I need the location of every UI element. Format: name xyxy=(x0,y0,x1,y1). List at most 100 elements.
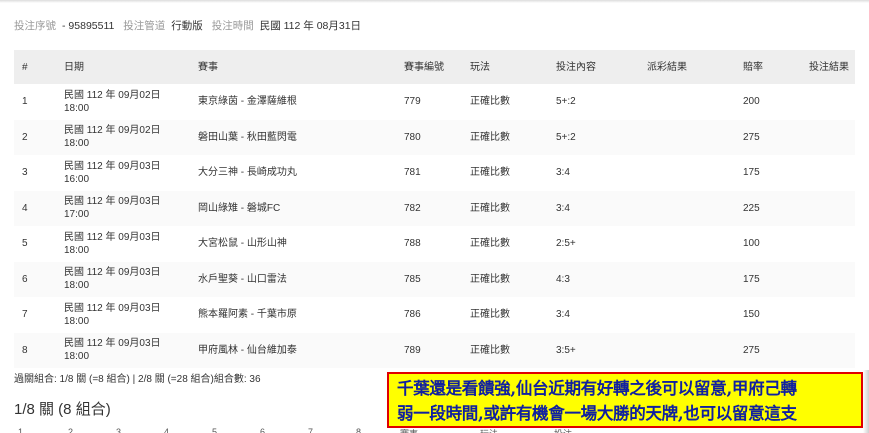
row-no: 7 xyxy=(22,309,28,321)
row-odds: 200 xyxy=(743,96,760,108)
row-payout xyxy=(643,119,739,155)
row-payout xyxy=(643,297,739,333)
row-bet: 3:4 xyxy=(552,190,643,226)
serial-label: 投注序號 xyxy=(14,20,56,32)
row-match: 磐田山葉 - 秋田藍閃電 xyxy=(194,119,400,155)
row-date-time: 18:00 xyxy=(64,315,90,327)
row-date-time: 16:00 xyxy=(64,173,90,185)
bet-info-line: 投注序號 - 95895511 投注管道 行動版 投注時間 民國 112 年 08月3… xyxy=(14,20,362,32)
row-payout xyxy=(643,261,739,297)
col-header-match: 賽事 xyxy=(194,50,400,84)
row-date-day: 民國 112 年 09月02日 xyxy=(64,89,161,101)
row-date-day: 民國 112 年 09月03日 xyxy=(64,338,161,350)
row-date: 民國 112 年 09月03日 18:00 xyxy=(60,332,194,368)
col-header-result: 投注結果 xyxy=(805,50,855,84)
row-odds: 150 xyxy=(743,309,760,321)
row-result xyxy=(805,190,855,226)
peek-col-8: 8 xyxy=(356,427,362,433)
right-edge-shadow xyxy=(863,370,869,433)
row-code: 788 xyxy=(404,238,421,250)
row-bet: 5+:2 xyxy=(556,96,576,108)
row-result xyxy=(805,119,855,155)
row-bet: 3:4 xyxy=(556,309,570,321)
row-result xyxy=(805,226,855,262)
row-no: 5 xyxy=(22,238,28,250)
row-no: 2 xyxy=(14,119,60,155)
row-date: 民國 112 年 09月03日 18:00 xyxy=(60,261,194,297)
row-type: 正確比數 xyxy=(470,96,510,108)
row-result xyxy=(805,84,855,120)
row-payout xyxy=(643,226,739,262)
row-type: 正確比數 xyxy=(470,309,510,321)
row-date: 民國 112 年 09月03日 16:00 xyxy=(60,155,194,191)
comment-line-1: 千葉還是看饋強,仙台近期有好轉之後可以留意,甲府己轉 xyxy=(397,379,797,398)
peek-col-1: 1 xyxy=(18,427,24,433)
row-date-time: 18:00 xyxy=(64,102,90,114)
table-row: 5 民國 112 年 09月03日 18:00 大宮松鼠 - 山形山神 788 正確比數 2… xyxy=(14,226,855,262)
peek-col-6: 6 xyxy=(260,427,266,433)
comment-line-2: 弱一段時間,或許有機會一場大勝的天牌,也可以留意這支 xyxy=(397,404,797,423)
table-row: 7 民國 112 年 09月03日 18:00 熊本羅阿素 - 千葉市原 786 正確比數… xyxy=(14,297,855,333)
row-no: 1 xyxy=(22,96,28,108)
row-match: 岡山綠雉 - 磐城FC xyxy=(194,190,400,226)
time-label: 投注時間 xyxy=(211,20,254,32)
row-date: 民國 112 年 09月03日 18:00 xyxy=(60,297,194,333)
row-result xyxy=(805,261,855,297)
row-date-day: 民國 112 年 09月03日 xyxy=(64,267,161,279)
row-no: 6 xyxy=(14,261,60,297)
row-date-time: 18:00 xyxy=(64,244,90,256)
row-date-time: 18:00 xyxy=(64,280,90,292)
peek-col-4: 4 xyxy=(164,427,170,433)
row-no: 3 xyxy=(22,167,28,179)
col-header-bet: 投注內容 xyxy=(552,50,643,84)
row-code: 779 xyxy=(404,96,421,108)
combination-summary: 過關組合: 1/8 關 (=8 組合) | 2/8 關 (=28 組合)組合數:… xyxy=(14,374,261,385)
col-header-no: # xyxy=(14,50,60,84)
row-payout xyxy=(643,84,739,120)
row-date-day: 民國 112 年 09月03日 xyxy=(64,302,161,314)
row-date-time: 17:00 xyxy=(64,209,90,221)
row-match: 大分三神 - 長崎成功丸 xyxy=(198,167,297,179)
col-header-date: 日期 xyxy=(60,50,194,84)
row-code: 786 xyxy=(404,309,421,321)
row-date-time: 18:00 xyxy=(64,351,90,363)
peek-col-7: 7 xyxy=(308,427,314,433)
table-header-row: # 日期 賽事 賽事編號 玩法 投注內容 派彩結果 賠率 投注結果 xyxy=(14,50,855,84)
row-bet: 4:3 xyxy=(552,261,643,297)
row-type: 正確比數 xyxy=(466,332,552,368)
row-code: 782 xyxy=(400,190,466,226)
row-odds: 175 xyxy=(739,261,805,297)
table-row: 2 民國 112 年 09月02日 18:00 磐田山葉 - 秋田藍閃電 780 正確比數… xyxy=(14,119,855,155)
row-date: 民國 112 年 09月02日 18:00 xyxy=(60,119,194,155)
peek-col-5: 5 xyxy=(212,427,218,433)
row-type: 正確比數 xyxy=(470,238,510,250)
channel-value: 行動版 xyxy=(171,20,203,32)
section-title: 1/8 關 (8 組合) xyxy=(14,401,111,418)
row-odds: 275 xyxy=(739,119,805,155)
col-header-odds: 賠率 xyxy=(739,50,805,84)
row-result xyxy=(805,332,855,368)
serial-value: 95895511 xyxy=(68,20,115,32)
row-match: 東京綠茵 - 金澤薩維根 xyxy=(198,96,297,108)
row-match: 大宮松鼠 - 山形山神 xyxy=(198,238,287,250)
row-date: 民國 112 年 09月03日 17:00 xyxy=(60,190,194,226)
row-code: 780 xyxy=(400,119,466,155)
row-type: 正確比數 xyxy=(466,261,552,297)
row-date: 民國 112 年 09月02日 18:00 xyxy=(60,84,194,120)
row-date: 民國 112 年 09月03日 18:00 xyxy=(60,226,194,262)
col-header-payout: 派彩結果 xyxy=(643,50,739,84)
row-date-day: 民國 112 年 09月02日 xyxy=(64,125,161,137)
col-header-type: 玩法 xyxy=(466,50,552,84)
peek-col-2: 2 xyxy=(68,427,74,433)
row-match: 甲府風林 - 仙台維加泰 xyxy=(194,332,400,368)
row-payout xyxy=(643,155,739,191)
col-header-code: 賽事編號 xyxy=(400,50,466,84)
row-bet: 3:5+ xyxy=(552,332,643,368)
row-code: 781 xyxy=(404,167,421,179)
table-row: 8 民國 112 年 09月03日 18:00 甲府風林 - 仙台維加泰 789 正確比數… xyxy=(14,332,855,368)
row-match: 熊本羅阿素 - 千葉市原 xyxy=(198,309,297,321)
row-type: 正確比數 xyxy=(466,190,552,226)
comment-annotation-box: 千葉還是看饋強,仙台近期有好轉之後可以留意,甲府己轉 弱一段時間,或許有機會一場… xyxy=(387,372,863,428)
row-date-time: 18:00 xyxy=(64,138,90,150)
row-date-day: 民國 112 年 09月03日 xyxy=(64,196,161,208)
